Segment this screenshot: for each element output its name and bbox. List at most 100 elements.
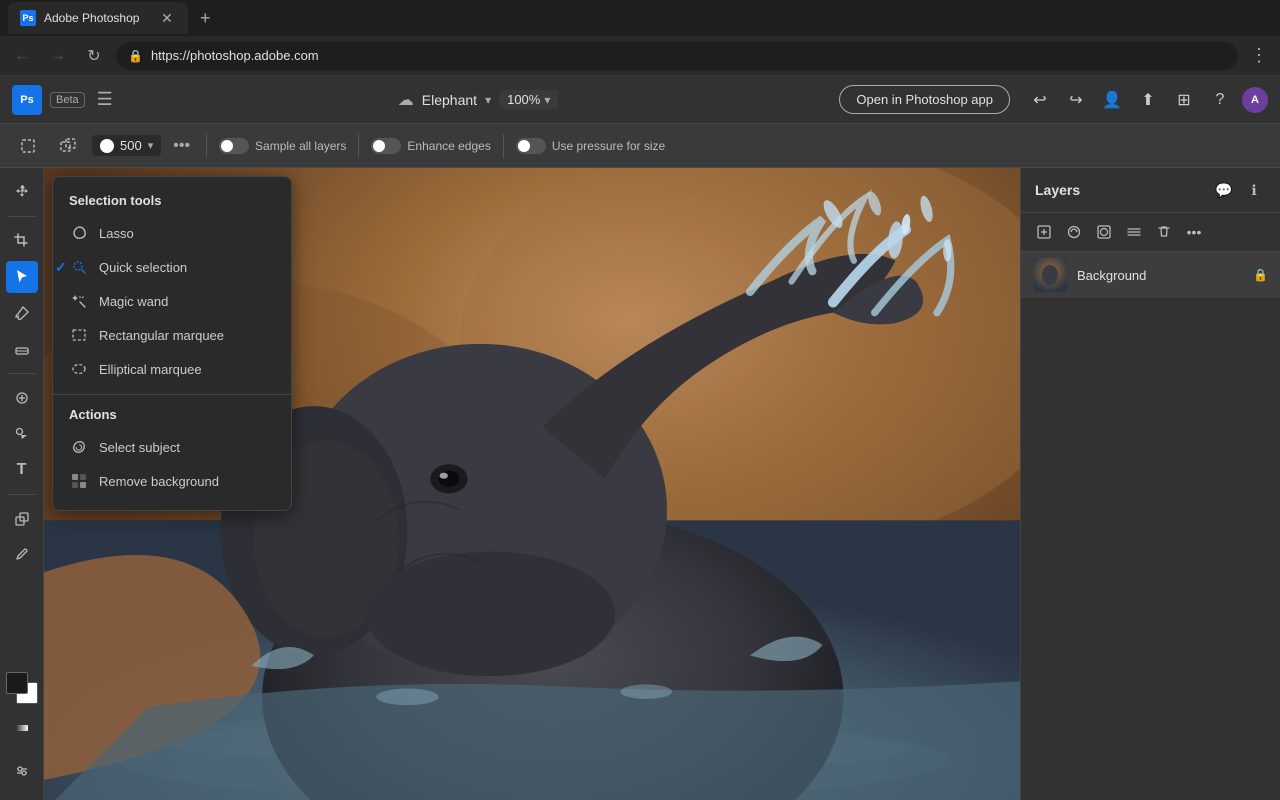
user-avatar[interactable]: A [1242,87,1268,113]
adjust-icon [14,764,30,780]
layers-info-icon[interactable]: ℹ [1242,178,1266,202]
app-header: Ps Beta ☰ ☁ Elephant ▾ 100% ▾ Open in Ph… [0,76,1280,124]
back-button[interactable]: ← [8,42,36,70]
tool-eyedropper[interactable] [6,539,38,571]
color-swatch-area [6,672,38,752]
mask-icon [1097,225,1111,239]
left-sidebar: T [0,168,44,800]
quick-selection-icon [69,257,89,277]
fg-bg-swatch[interactable] [6,672,38,704]
address-bar[interactable]: 🔒 https://photoshop.adobe.com [116,42,1238,70]
crop-icon [14,233,30,249]
mask-button[interactable] [1091,219,1117,245]
panel-action-buttons: 💬 ℹ [1212,178,1266,202]
open-in-photoshop-button[interactable]: Open in Photoshop app [839,85,1010,114]
marquee-new-icon [20,138,36,154]
brush-size-value: 500 [120,138,142,153]
foreground-color-swatch[interactable] [6,672,28,694]
layer-thumbnail [1033,258,1067,292]
hamburger-menu-button[interactable]: ☰ [93,85,117,114]
header-center: ☁ Elephant ▾ 100% ▾ [125,90,832,110]
forward-button[interactable]: → [44,42,72,70]
file-name: Elephant [422,92,477,108]
delete-layer-button[interactable] [1151,219,1177,245]
tool-heal[interactable] [6,382,38,414]
selection-icon [14,269,30,285]
browser-menu-button[interactable]: ⋮ [1246,41,1272,70]
layer-item-background[interactable]: Background 🔒 [1021,252,1280,298]
selection-new-button[interactable] [12,134,44,158]
main-layout: T [0,168,1280,800]
tab-favicon: Ps [20,10,36,26]
select-subject-item[interactable]: Select subject [53,430,291,464]
tool-selection[interactable] [6,261,38,293]
tab-close-button[interactable]: ✕ [158,9,176,27]
tool-gradient[interactable] [6,712,38,744]
select-subject-label: Select subject [99,440,180,455]
brush-size-dropdown-icon: ▾ [148,139,154,152]
adjustment-layer-button[interactable] [1061,219,1087,245]
selection-dropdown-menu: Selection tools Lasso Quick selection Ma… [52,176,292,511]
rectangular-marquee-item[interactable]: Rectangular marquee [53,318,291,352]
sidebar-divider-1 [8,216,36,217]
help-icon[interactable]: ? [1206,86,1234,114]
remove-background-item[interactable]: Remove background [53,464,291,498]
person-icon[interactable]: 👤 [1098,86,1126,114]
dropdown-divider [53,394,291,395]
heal-icon [14,390,30,406]
refresh-button[interactable]: ↻ [80,42,108,70]
group-layer-button[interactable] [1121,219,1147,245]
tool-eraser[interactable] [6,333,38,365]
file-name-dropdown-icon[interactable]: ▾ [485,93,491,107]
tool-clone[interactable] [6,418,38,450]
sample-all-layers-label: Sample all layers [255,139,346,153]
undo-button[interactable]: ↩ [1026,86,1054,114]
eraser-icon [14,341,30,357]
more-layer-options-button[interactable]: ••• [1181,219,1207,245]
new-tab-button[interactable]: + [192,4,219,33]
redo-button[interactable]: ↪ [1062,86,1090,114]
active-tab[interactable]: Ps Adobe Photoshop ✕ [8,2,188,34]
tool-shape[interactable] [6,503,38,535]
move-icon [14,184,30,200]
tool-brush[interactable] [6,297,38,329]
enhance-edges-label: Enhance edges [407,139,490,153]
cloud-icon: ☁ [398,90,414,110]
tab-title: Adobe Photoshop [44,11,150,25]
layer-name-label: Background [1077,268,1243,283]
elliptical-marquee-icon [69,359,89,379]
type-icon: T [17,461,27,479]
zoom-level: 100% [507,92,540,107]
sidebar-divider-3 [8,494,36,495]
zoom-control[interactable]: 100% ▾ [499,90,558,109]
layer-thumbnail-image [1033,258,1067,292]
grid-icon[interactable]: ⊞ [1170,86,1198,114]
elliptical-marquee-item[interactable]: Elliptical marquee [53,352,291,386]
beta-badge: Beta [50,92,85,108]
right-layers-panel: Layers 💬 ℹ ••• [1020,168,1280,800]
lock-icon: 🔒 [128,49,143,63]
tool-adjust[interactable] [6,756,38,788]
layers-toolbar: ••• [1021,213,1280,252]
share-icon[interactable]: ⬆ [1134,86,1162,114]
tool-move[interactable] [6,176,38,208]
marquee-add-icon [60,138,76,154]
gradient-icon [14,720,30,736]
tool-type[interactable]: T [6,454,38,486]
layers-chat-icon[interactable]: 💬 [1212,178,1236,202]
brush-circle-icon [100,139,114,153]
selection-add-button[interactable] [52,134,84,158]
add-layer-button[interactable] [1031,219,1057,245]
more-options-button[interactable]: ••• [169,133,194,159]
lasso-tool-item[interactable]: Lasso [53,216,291,250]
quick-selection-item[interactable]: Quick selection [53,250,291,284]
header-actions: ↩ ↪ 👤 ⬆ ⊞ ? A [1026,86,1268,114]
rectangular-marquee-label: Rectangular marquee [99,328,224,343]
sample-all-layers-toggle[interactable] [219,138,249,154]
enhance-edges-toggle[interactable] [371,138,401,154]
tool-crop[interactable] [6,225,38,257]
pressure-toggle[interactable] [516,138,546,154]
brush-size-control[interactable]: 500 ▾ [92,135,161,156]
remove-background-label: Remove background [99,474,219,489]
magic-wand-item[interactable]: Magic wand [53,284,291,318]
